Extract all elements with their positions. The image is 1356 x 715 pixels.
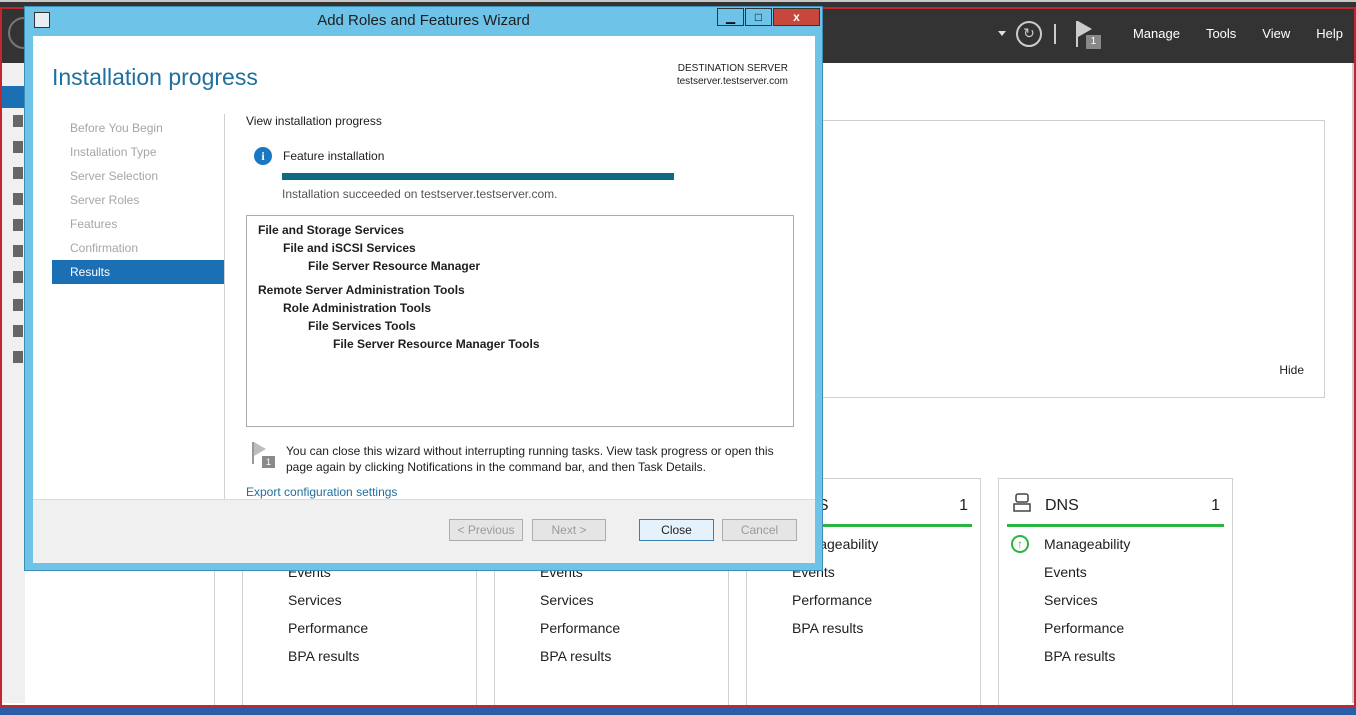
feature-installation-label: Feature installation [283,149,385,163]
result-item: File Server Resource Manager Tools [333,337,540,351]
note-badge: 1 [262,456,275,468]
next-button[interactable]: Next > [532,519,606,541]
dns-tile[interactable]: DNS 1 ↑ Manageability Events Services Pe… [998,478,1233,708]
result-item: File and iSCSI Services [283,241,416,255]
wizard-body: Installation progress DESTINATION SERVER… [33,36,815,563]
tile-row-services[interactable]: Services [288,592,342,608]
notifications-flag-icon[interactable]: 1 [1074,19,1104,49]
success-message: Installation succeeded on testserver.tes… [282,187,558,201]
previous-button[interactable]: < Previous [449,519,523,541]
result-item: File Services Tools [308,319,416,333]
ad-fs-nav-icon[interactable] [13,219,23,231]
results-list[interactable]: File and Storage Services File and iSCSI… [246,215,794,427]
tile-row-bpa[interactable]: BPA results [540,648,611,664]
destination-server-name: testserver.testserver.com [676,76,788,87]
result-item: Role Administration Tools [283,301,432,315]
step-server-roles: Server Roles [70,193,140,207]
view-progress-label: View installation progress [246,114,382,128]
close-button[interactable]: Close [639,519,714,541]
tile-row-performance[interactable]: Performance [1044,620,1124,636]
tile-row-performance[interactable]: Performance [792,592,872,608]
minimize-button[interactable]: ▁ [717,8,744,26]
step-before-you-begin: Before You Begin [70,121,163,135]
status-ok-icon: ↑ [1011,535,1029,553]
hide-link[interactable]: Hide [1279,363,1304,377]
step-server-selection: Server Selection [70,169,159,183]
ad-lds-nav-icon[interactable] [13,245,23,257]
tile-row-events[interactable]: Events [1044,564,1087,580]
tile-row-bpa[interactable]: BPA results [288,648,359,664]
all-servers-nav-icon[interactable] [13,141,23,153]
menu-tools[interactable]: Tools [1193,26,1249,41]
navigation-rail [0,63,25,703]
close-wizard-note: You can close this wizard without interr… [286,444,774,474]
welcome-panel: Hide [822,120,1325,398]
notification-count: 1 [1085,34,1101,49]
step-features: Features [70,217,118,231]
wizard-steps: Before You Begin Installation Type Serve… [52,116,224,284]
result-item: Remote Server Administration Tools [258,283,465,297]
tile-row-bpa[interactable]: BPA results [792,620,863,636]
add-roles-wizard-window[interactable]: Add Roles and Features Wizard ▁ □ x Inst… [24,6,823,571]
step-confirmation: Confirmation [70,241,139,255]
refresh-icon[interactable]: ↻ [1015,20,1042,47]
notification-flag-icon: 1 [252,442,275,468]
page-title: Installation progress [52,64,258,90]
menu-manage[interactable]: Manage [1120,26,1193,41]
tile-row-performance[interactable]: Performance [288,620,368,636]
destination-server: DESTINATION SERVER testserver.testserver… [677,62,788,88]
wizard-title[interactable]: Add Roles and Features Wizard [25,7,822,35]
step-installation-type: Installation Type [70,145,157,159]
menu-view[interactable]: View [1249,26,1303,41]
ad-cs-nav-icon[interactable] [13,167,23,179]
step-results[interactable]: Results [52,260,224,284]
ad-rms-nav-icon[interactable] [13,271,23,283]
close-window-button[interactable]: x [773,8,820,26]
dashboard-nav-icon[interactable] [0,86,25,108]
tile-header: DNS 1 [1007,479,1224,527]
server-role-icon [1013,493,1031,512]
steps-divider [224,114,225,499]
ad-ds-nav-icon[interactable] [13,193,23,205]
result-item: File Server Resource Manager [308,259,481,273]
wizard-footer: < Previous Next > Close Cancel [33,499,815,563]
nav-divider [214,570,215,705]
tile-row-services[interactable]: Services [1044,592,1098,608]
menu-help[interactable]: Help [1303,26,1356,41]
wizard-content: View installation progress i Feature ins… [246,114,796,499]
cancel-button[interactable]: Cancel [722,519,797,541]
installation-progress-bar [282,173,674,180]
tile-row-services[interactable]: Services [540,592,594,608]
taskbar[interactable] [0,705,1356,715]
tile-name: DNS [1045,497,1079,514]
file-services-nav-icon[interactable] [13,325,23,337]
scrollbar[interactable] [1352,63,1356,703]
dns-nav-icon[interactable] [13,299,23,311]
maximize-button[interactable]: □ [745,8,772,26]
export-configuration-link[interactable]: Export configuration settings [246,485,397,499]
local-server-nav-icon[interactable] [13,115,23,127]
result-item: File and Storage Services [258,223,405,237]
tile-count: 1 [1211,497,1220,514]
tile-row-manageability[interactable]: Manageability [1044,536,1130,552]
tile-row-performance[interactable]: Performance [540,620,620,636]
info-icon: i [254,147,272,165]
tile-row-bpa[interactable]: BPA results [1044,648,1115,664]
iis-nav-icon[interactable] [13,351,23,363]
dropdown-caret-icon[interactable] [997,31,1006,36]
toolbar-divider [1053,23,1056,44]
tile-count: 1 [959,497,968,514]
destination-label: DESTINATION SERVER [677,63,788,74]
